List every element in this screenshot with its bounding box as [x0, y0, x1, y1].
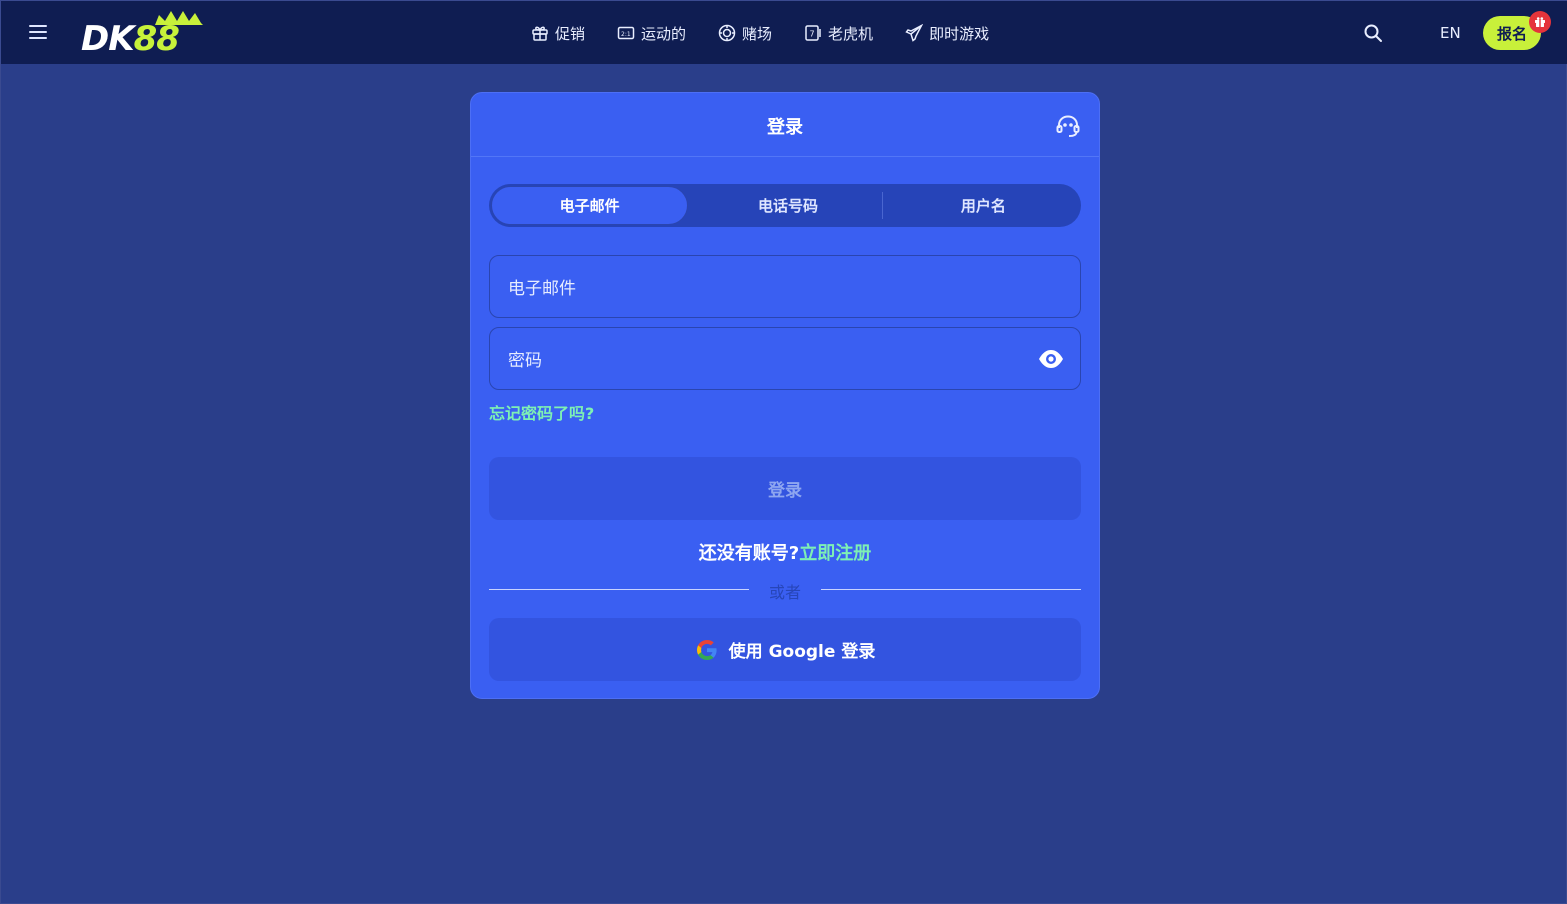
logo-text: DK88	[81, 19, 180, 59]
language-selector[interactable]: EN	[1440, 24, 1461, 42]
top-navigation-bar: DK88 促销 2:1 运动的 赌场 7 老虎机 即时游戏 EN 报名	[1, 1, 1567, 64]
tab-username[interactable]: 用户名	[886, 184, 1081, 227]
password-placeholder: 密码	[508, 351, 542, 371]
scoreboard-icon: 2:1	[617, 26, 635, 40]
register-link[interactable]: 立即注册	[799, 543, 871, 564]
or-divider: 或者	[489, 579, 1081, 602]
divider-line-right	[821, 589, 1081, 590]
tab-email[interactable]: 电子邮件	[491, 186, 689, 225]
dk88-logo[interactable]: DK88	[81, 9, 209, 57]
slot-icon: 7	[805, 25, 821, 41]
login-button[interactable]: 登录	[489, 457, 1081, 520]
nav-item-casino[interactable]: 赌场	[718, 19, 772, 47]
customer-support-icon[interactable]	[1055, 113, 1081, 139]
no-account-text: 还没有账号?	[698, 543, 800, 564]
login-method-tabs: 电子邮件 电话号码 用户名	[489, 184, 1081, 227]
gift-badge-icon	[1529, 11, 1551, 33]
hamburger-menu-icon[interactable]	[29, 21, 53, 45]
google-icon	[696, 639, 717, 660]
forgot-password-link[interactable]: 忘记密码了吗?	[489, 400, 594, 424]
password-field[interactable]: 密码	[489, 327, 1081, 390]
gift-icon	[532, 26, 548, 41]
email-field[interactable]: 电子邮件	[489, 255, 1081, 318]
nav-item-sports[interactable]: 2:1 运动的	[617, 19, 686, 47]
main-nav: 促销 2:1 运动的 赌场 7 老虎机 即时游戏	[531, 19, 1021, 47]
google-login-label: 使用 Google 登录	[728, 642, 876, 662]
email-placeholder: 电子邮件	[508, 279, 576, 299]
show-password-eye-icon[interactable]	[1038, 348, 1064, 370]
or-text: 或者	[768, 583, 801, 602]
svg-text:7: 7	[810, 30, 815, 39]
page: DK88 促销 2:1 运动的 赌场 7 老虎机 即时游戏 EN 报名 登录 电…	[0, 0, 1567, 904]
login-dialog-header: 登录	[471, 93, 1099, 157]
google-login-button[interactable]: 使用 Google 登录	[489, 618, 1081, 681]
rocket-icon	[905, 24, 924, 42]
nav-item-slots[interactable]: 7 老虎机	[804, 19, 873, 47]
tab-phone[interactable]: 电话号码	[690, 184, 885, 227]
login-title: 登录	[767, 117, 803, 138]
login-dialog: 登录 电子邮件 电话号码 用户名 电子邮件 密码 忘记密码了吗? 登录 还没有账…	[470, 92, 1100, 699]
register-prompt: 还没有账号?立即注册	[471, 539, 1099, 565]
search-icon[interactable]	[1363, 23, 1383, 43]
nav-item-promotions[interactable]: 促销	[531, 19, 585, 47]
tab-divider	[882, 192, 883, 219]
svg-text:2:1: 2:1	[621, 31, 631, 38]
nav-item-instant-games[interactable]: 即时游戏	[905, 19, 989, 47]
chip-icon	[718, 24, 736, 42]
